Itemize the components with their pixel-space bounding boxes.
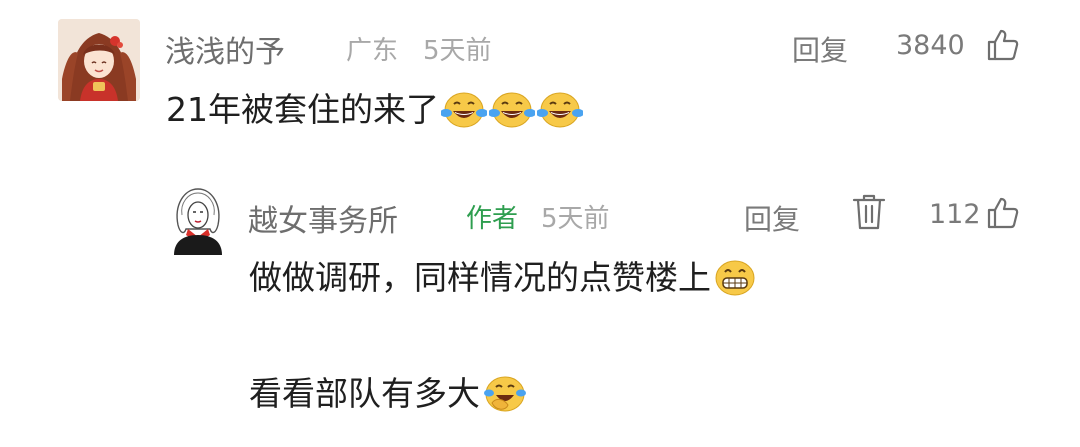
reply-text-line1: 做做调研，同样情况的点赞楼上 <box>249 258 711 297</box>
laugh-cry-emoji-icon <box>536 89 584 138</box>
grin-emoji-icon <box>713 257 757 306</box>
comment-timestamp: 5天前 <box>423 36 492 66</box>
trash-icon[interactable] <box>852 192 886 236</box>
author-username[interactable]: 越女事务所 <box>248 196 398 240</box>
comment-text: 21年被套住的来了 <box>166 90 439 129</box>
comment-body: 21年被套住的来了 <box>166 89 584 138</box>
sketch-woman-avatar-icon <box>174 188 222 255</box>
reply-text-line2: 看看部队有多大 <box>249 374 480 413</box>
anime-girl-avatar-icon <box>58 19 140 101</box>
thumbs-up-icon[interactable] <box>986 196 1020 234</box>
laugh-cry-emoji-icon <box>440 89 488 138</box>
comment-reply-button[interactable]: 回复 <box>792 29 848 69</box>
commenter-avatar[interactable] <box>58 19 140 101</box>
reply-like-count: 112 <box>929 199 981 230</box>
reply-body-line2: 看看部队有多大 <box>249 373 528 422</box>
reply-body-line1: 做做调研，同样情况的点赞楼上 <box>249 257 757 306</box>
author-tag: 作者 <box>466 204 519 234</box>
reply-reply-button[interactable]: 回复 <box>744 198 800 238</box>
laugh-cry-emoji-icon <box>488 89 536 138</box>
reply-timestamp: 5天前 <box>541 204 610 234</box>
comment-like-count: 3840 <box>896 30 965 61</box>
author-avatar[interactable] <box>170 185 226 255</box>
facepalm-laugh-emoji-icon <box>482 373 528 422</box>
thumbs-up-icon[interactable] <box>986 28 1020 66</box>
commenter-username[interactable]: 浅浅的予 <box>165 27 285 71</box>
commenter-location: 广东 <box>346 36 399 66</box>
